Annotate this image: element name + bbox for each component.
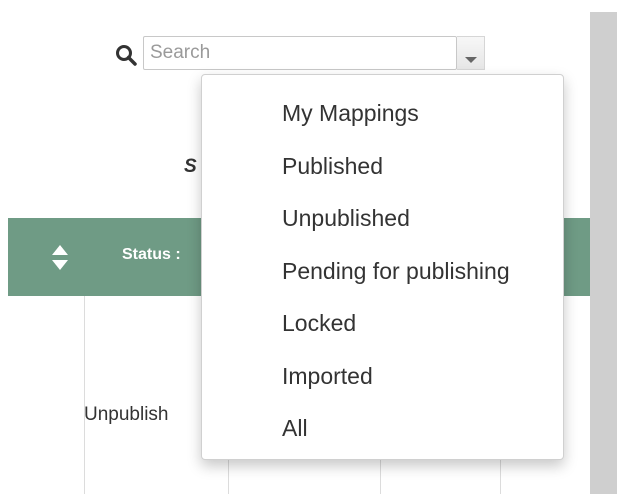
- chevron-down-icon: [465, 57, 477, 63]
- menu-item-all[interactable]: All: [242, 408, 563, 461]
- status-cell: Unpublish: [84, 404, 169, 425]
- sort-icon[interactable]: [52, 245, 68, 271]
- menu-item-imported[interactable]: Imported: [242, 356, 563, 409]
- filter-dropdown-toggle[interactable]: [457, 36, 485, 70]
- status-column-header[interactable]: Status :: [122, 246, 181, 264]
- page: S Status : Unpublish My Mappings Publish…: [0, 0, 617, 494]
- menu-item-pending-for-publishing[interactable]: Pending for publishing: [242, 251, 563, 304]
- menu-item-locked[interactable]: Locked: [242, 303, 563, 356]
- table-column-divider: [84, 296, 85, 494]
- menu-item-published[interactable]: Published: [242, 146, 563, 199]
- menu-item-my-mappings[interactable]: My Mappings: [242, 93, 563, 146]
- scrollbar-track[interactable]: [590, 12, 617, 494]
- filter-menu: My Mappings Published Unpublished Pendin…: [201, 74, 564, 460]
- menu-item-unpublished[interactable]: Unpublished: [242, 198, 563, 251]
- section-heading: S: [184, 156, 197, 177]
- search-input[interactable]: [143, 36, 457, 70]
- search-icon: [116, 45, 137, 66]
